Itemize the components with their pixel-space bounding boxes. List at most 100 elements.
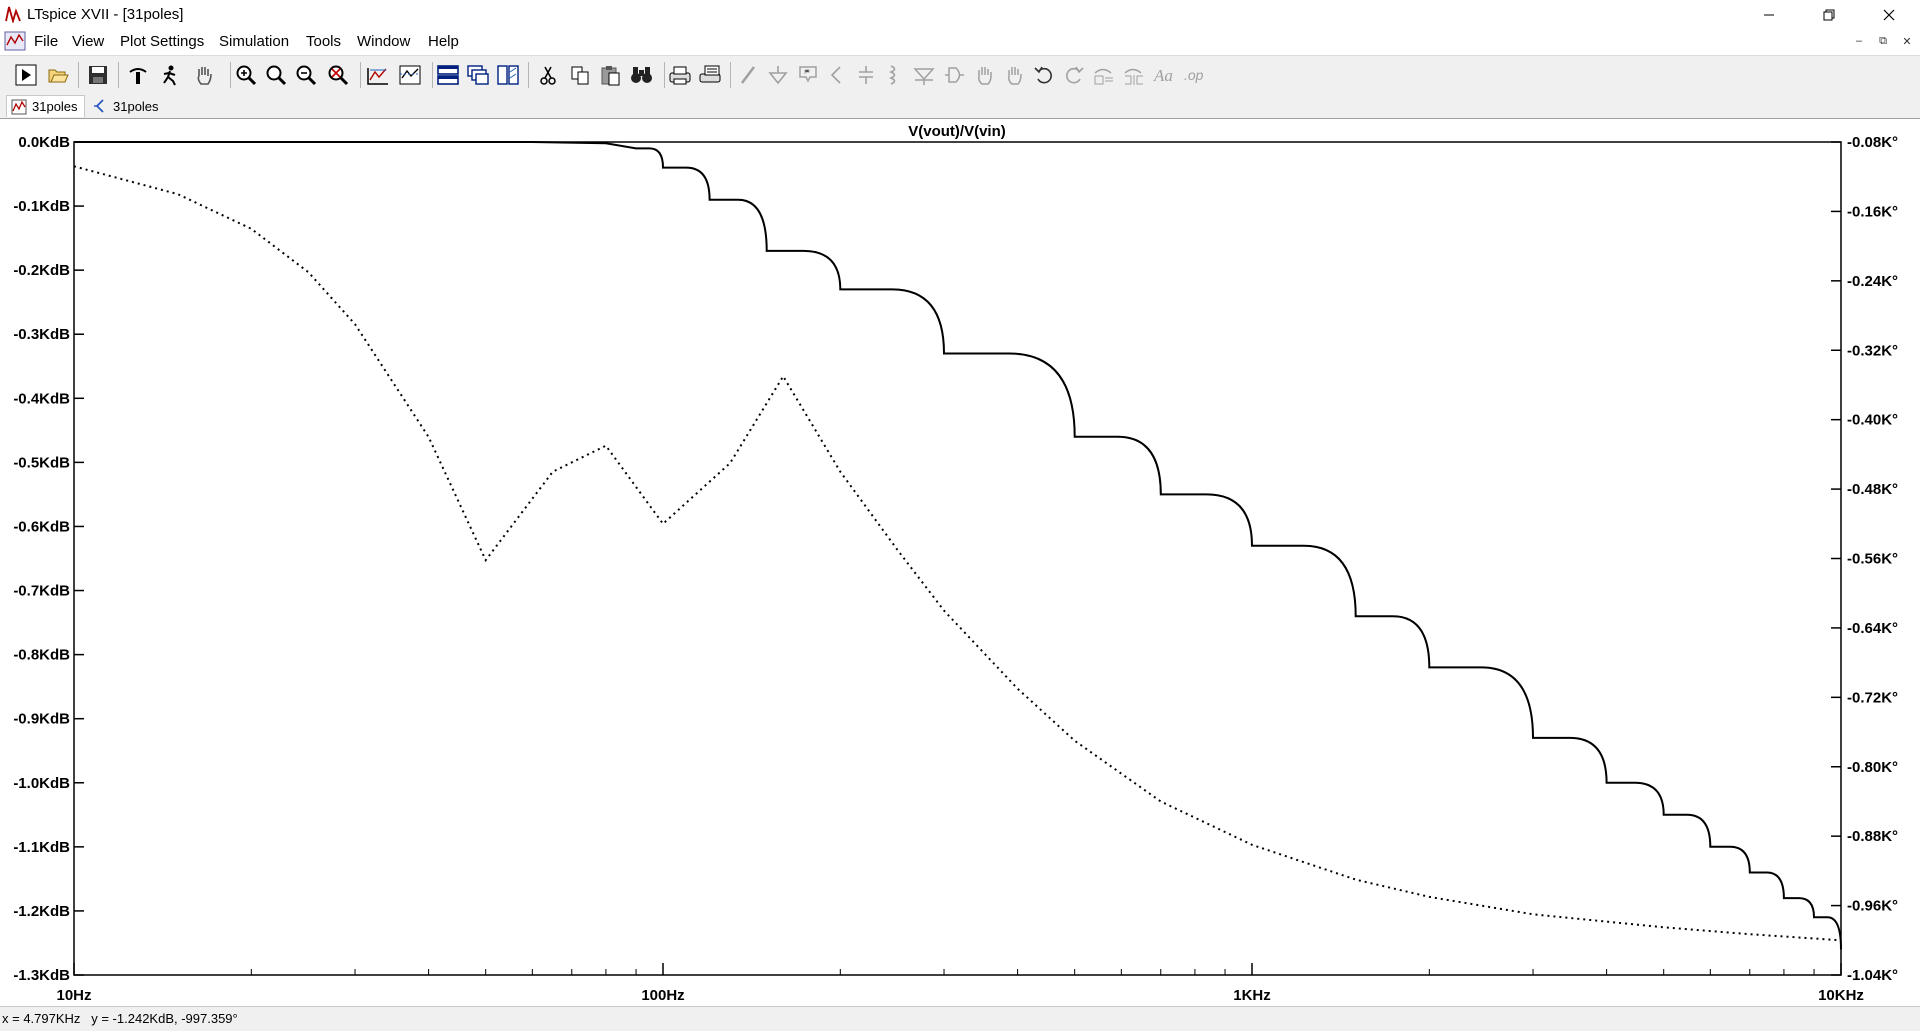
cascade-button[interactable]	[464, 61, 492, 89]
capacitor-button[interactable]	[852, 61, 880, 89]
inductor-button[interactable]	[880, 61, 908, 89]
wire-button[interactable]	[734, 61, 762, 89]
x-axis-tick-label: 1KHz	[1233, 987, 1271, 1004]
tab-schematic-31poles[interactable]: 31poles	[88, 95, 165, 117]
cut-button[interactable]	[534, 61, 562, 89]
left-axis-tick-label: -0.5KdB	[13, 454, 70, 471]
rotate-button[interactable]	[1090, 61, 1118, 89]
print-icon	[669, 66, 691, 85]
move-button[interactable]	[970, 61, 998, 89]
toolbar-separator	[118, 62, 119, 88]
tile-horizontal-button[interactable]	[434, 61, 462, 89]
right-axis-tick-label: -0.96K°	[1847, 898, 1898, 915]
save-icon	[89, 66, 107, 84]
autorange-icon	[367, 68, 388, 85]
mirror-button[interactable]	[1120, 61, 1148, 89]
copy-button[interactable]	[566, 61, 594, 89]
minimize-button[interactable]	[1746, 0, 1792, 29]
toolbar-separator	[664, 62, 665, 88]
right-axis-tick-label: -0.64K°	[1847, 620, 1898, 637]
menu-tools[interactable]: Tools	[306, 33, 341, 50]
left-axis-tick-label: -1.2KdB	[13, 903, 70, 920]
drag-icon	[1008, 67, 1022, 85]
left-axis-tick-label: -0.2KdB	[13, 262, 70, 279]
right-axis-tick-label: -0.24K°	[1847, 273, 1898, 290]
component-icon	[945, 67, 964, 83]
mdi-restore-button[interactable]: ⧉	[1874, 32, 1892, 50]
print-button[interactable]	[666, 61, 694, 89]
tab-waveform-31poles[interactable]: 31poles	[6, 95, 85, 117]
magnitude-trace[interactable]	[74, 141, 1842, 950]
zoom-out-icon	[296, 65, 317, 86]
left-axis-tick-label: -1.3KdB	[13, 967, 70, 984]
zoom-in-button[interactable]	[232, 61, 260, 89]
mdi-close-button[interactable]: ✕	[1898, 32, 1916, 50]
frequency-axis[interactable]: 10Hz 100Hz 1KHz 10KHz	[56, 963, 1864, 1004]
print-preview-button[interactable]	[696, 61, 724, 89]
menu-bar: File View Plot Settings Simulation Tools…	[0, 29, 1920, 54]
minimize-icon	[1764, 14, 1774, 15]
drag-button[interactable]	[1000, 61, 1028, 89]
ground-icon	[768, 66, 788, 85]
zoom-fit-button[interactable]	[262, 61, 290, 89]
spice-directive-button[interactable]: .op	[1180, 61, 1208, 89]
maximize-button[interactable]	[1806, 0, 1852, 29]
menu-window[interactable]: Window	[357, 33, 410, 50]
wire-icon	[741, 66, 755, 84]
redo-button[interactable]	[1060, 61, 1088, 89]
toolbar-separator	[360, 62, 361, 88]
redo-icon	[1066, 66, 1084, 84]
toolbar-separator	[528, 62, 529, 88]
tile-horizontal-icon	[437, 65, 459, 85]
left-axis-tick-label: -0.7KdB	[13, 583, 70, 600]
zoom-fit-icon	[266, 65, 287, 86]
find-button[interactable]	[628, 61, 656, 89]
paste-button[interactable]	[596, 61, 624, 89]
zoom-cancel-button[interactable]	[324, 61, 352, 89]
resistor-button[interactable]	[822, 61, 850, 89]
halt-button[interactable]	[156, 61, 184, 89]
zoom-out-button[interactable]	[292, 61, 320, 89]
document-tab-bar: 31poles 31poles	[0, 94, 1920, 118]
waveform-window-icon	[4, 31, 26, 51]
menu-help[interactable]: Help	[428, 33, 459, 50]
bode-plot[interactable]: V(vout)/V(vin) 0.0KdB -0.1KdB -0.2KdB -0.3K…	[0, 118, 1920, 1005]
copy-icon	[571, 66, 589, 85]
svg-text:.op: .op	[1184, 67, 1204, 83]
pick-traces-button[interactable]	[396, 61, 424, 89]
label-net-button[interactable]	[794, 61, 822, 89]
mirror-icon	[1124, 68, 1143, 85]
menu-file[interactable]: File	[34, 33, 58, 50]
tile-vertical-icon	[497, 65, 519, 85]
run-button[interactable]	[12, 61, 40, 89]
mdi-minimize-button[interactable]: –	[1850, 32, 1868, 50]
open-button[interactable]	[44, 61, 72, 89]
left-axis-tick-label: -1.1KdB	[13, 839, 70, 856]
left-axis-tick-label: 0.0KdB	[18, 134, 70, 151]
tile-vertical-button[interactable]	[494, 61, 522, 89]
text-button[interactable]: Aa	[1150, 61, 1178, 89]
right-axis-tick-label: -0.72K°	[1847, 689, 1898, 706]
restore-icon: ⧉	[1879, 34, 1887, 47]
ground-button[interactable]	[764, 61, 792, 89]
tab-label: 31poles	[113, 98, 159, 114]
diode-button[interactable]	[910, 61, 938, 89]
plot-title[interactable]: V(vout)/V(vin)	[908, 123, 1006, 140]
undo-button[interactable]	[1030, 61, 1058, 89]
plot-frame	[73, 141, 1842, 976]
menu-simulation[interactable]: Simulation	[219, 33, 289, 50]
component-button[interactable]	[940, 61, 968, 89]
tab-label: 31poles	[32, 99, 78, 114]
close-button[interactable]	[1866, 0, 1912, 29]
autorange-button[interactable]	[364, 61, 392, 89]
pan-button[interactable]	[190, 61, 218, 89]
save-button[interactable]	[84, 61, 112, 89]
menu-plot-settings[interactable]: Plot Settings	[120, 33, 204, 50]
right-axis-tick-label: -0.88K°	[1847, 828, 1898, 845]
waveform-tab-icon	[11, 99, 27, 114]
undo-icon	[1034, 66, 1052, 84]
right-axis-tick-label: -0.32K°	[1847, 342, 1898, 359]
control-panel-button[interactable]	[124, 61, 152, 89]
phase-trace[interactable]	[73, 165, 1842, 942]
menu-view[interactable]: View	[72, 33, 104, 50]
